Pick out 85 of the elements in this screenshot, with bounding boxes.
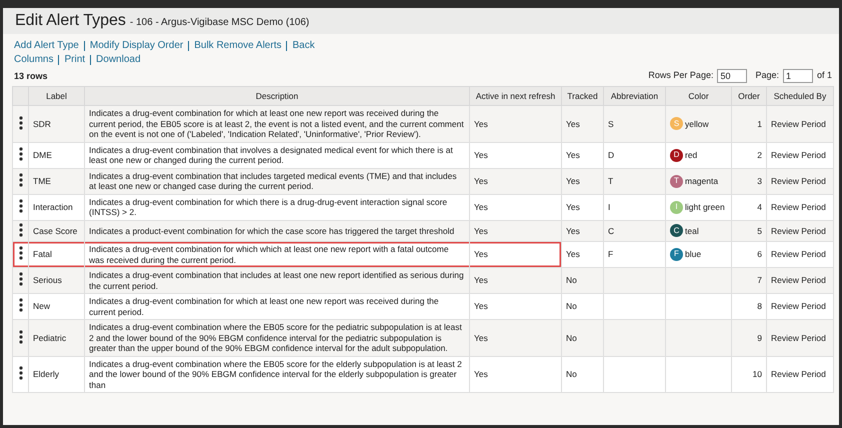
more-options-icon[interactable] <box>18 116 22 130</box>
order-cell: 9 <box>732 320 766 356</box>
description-cell: Indicates a drug-event combination where the EB05 score for the elderly subpopulation is at least 2 and the lower bound of the 90% EBGM confidence interval for the elderly subpopulation is greater than <box>84 356 470 392</box>
abbreviation-cell: D <box>604 142 666 168</box>
label-cell: TME <box>28 168 84 194</box>
page-total: of 1 <box>816 69 832 82</box>
label-cell: Fatal <box>28 242 84 268</box>
color-badge: C <box>670 224 683 238</box>
active-cell: Yes <box>470 242 562 268</box>
description-cell: Indicates a drug-event combination for which there is a drug-drug-event interaction signal score (INTSS) > 2. <box>84 194 470 220</box>
color-badge: F <box>670 248 683 261</box>
label-cell: Interaction <box>28 194 84 220</box>
tracked-cell: Yes <box>562 142 604 168</box>
column-header[interactable]: Active in next refresh <box>470 86 562 106</box>
action-link[interactable]: Print <box>64 53 86 66</box>
description-cell: Indicates a product-event combination for which the case score has triggered the target threshold <box>84 220 470 242</box>
tracked-cell: No <box>562 320 604 356</box>
color-name: yellow <box>685 118 709 129</box>
abbreviation-cell: T <box>604 168 666 194</box>
active-cell: Yes <box>470 168 562 194</box>
color-badge: T <box>670 174 683 188</box>
more-options-icon[interactable] <box>18 172 22 187</box>
description-cell: Indicates a drug-event combination for which which at least one new report with a fatal outcome was received during the current period. <box>84 242 470 268</box>
action-link[interactable]: Bulk Remove Alerts <box>194 39 282 52</box>
page-subtitle: - 106 - Argus-Vigibase MSC Demo (106) <box>130 16 310 30</box>
scheduled-by-cell: Review Period <box>766 168 834 194</box>
order-cell: 1 <box>732 106 766 142</box>
page-field[interactable]: 1 <box>782 69 813 83</box>
action-link[interactable]: Download <box>96 53 141 66</box>
active-cell: Yes <box>470 194 562 220</box>
more-options-icon[interactable] <box>18 298 22 312</box>
description-cell: Indicates a drug-event combination for which at least one new report was received during the current period, the EB05 score is at least 2, the event is not a listed event, and the current comment on the event is not one of ('Labeled', 'Indication Related', 'Uninformative', 'Prior Review'). <box>84 106 470 142</box>
more-options-icon[interactable] <box>18 198 22 213</box>
abbreviation-cell: S <box>604 106 666 142</box>
order-cell: 3 <box>732 168 766 194</box>
label-cell: DME <box>28 142 84 168</box>
row-count: 13 rows <box>14 70 48 82</box>
active-cell: Yes <box>470 142 562 168</box>
more-options-icon[interactable] <box>18 222 22 236</box>
color-name: magenta <box>685 176 718 186</box>
active-cell: Yes <box>470 356 562 392</box>
action-link[interactable]: Add Alert Type <box>14 39 79 52</box>
tracked-cell: Yes <box>562 168 604 194</box>
order-cell: 10 <box>732 356 766 392</box>
rows-per-page-label: Rows Per Page: <box>648 69 714 82</box>
color-badge: D <box>670 148 683 162</box>
page-title: Edit Alert Types <box>15 12 126 30</box>
tracked-cell: Yes <box>562 194 604 220</box>
description-cell: Indicates a drug-event combination that includes targeted medical events (TME) and that includes at least one new or changed case during the current period. <box>84 168 470 194</box>
color-badge: I <box>670 200 683 214</box>
rows-per-page-field[interactable]: 50 <box>717 69 748 83</box>
scheduled-by-cell: Review Period <box>766 194 834 220</box>
color-name: blue <box>685 249 702 260</box>
page-label: Page: <box>755 69 779 82</box>
tracked-cell: No <box>562 356 604 392</box>
label-cell: SDR <box>28 106 84 142</box>
more-options-icon[interactable] <box>18 146 22 161</box>
more-options-icon[interactable] <box>18 330 22 344</box>
description-cell: Indicates a drug-event combination where the EB05 score for the pediatric subpopulation is at least 2 and the lower bound of the 90% EBGM confidence interval for the pediatric subpopulation is greater than the upper bound of the 90% EBGM confidence interval for the adult subpopulation. <box>84 320 470 356</box>
color-name: light green <box>685 202 725 212</box>
label-cell: Elderly <box>28 356 84 392</box>
abbreviation-cell: I <box>604 194 666 220</box>
scheduled-by-cell: Review Period <box>766 142 834 168</box>
more-options-icon[interactable] <box>18 272 22 286</box>
column-header[interactable]: Description <box>84 86 470 106</box>
label-cell: Case Score <box>28 220 84 242</box>
action-link[interactable]: Back <box>292 39 315 52</box>
color-name: red <box>685 150 698 160</box>
color-badge: S <box>670 117 683 130</box>
label-cell: Pediatric <box>28 320 84 356</box>
action-link[interactable]: Modify Display Order <box>90 39 184 52</box>
action-link[interactable]: Columns <box>14 53 54 66</box>
description-cell: Indicates a drug-event combination that involves a designated medical event for which there is at least one new or changed during the current period. <box>84 142 470 168</box>
order-cell: 2 <box>732 142 766 168</box>
active-cell: Yes <box>470 106 562 142</box>
scheduled-by-cell: Review Period <box>766 106 834 142</box>
active-cell: Yes <box>470 220 562 242</box>
scheduled-by-cell: Review Period <box>766 356 834 392</box>
more-options-icon[interactable] <box>18 246 22 260</box>
order-cell: 4 <box>732 194 766 220</box>
more-options-icon[interactable] <box>18 366 22 380</box>
scheduled-by-cell: Review Period <box>766 320 834 356</box>
active-cell: Yes <box>470 320 562 356</box>
tracked-cell: Yes <box>562 106 604 142</box>
color-name: teal <box>685 226 699 236</box>
